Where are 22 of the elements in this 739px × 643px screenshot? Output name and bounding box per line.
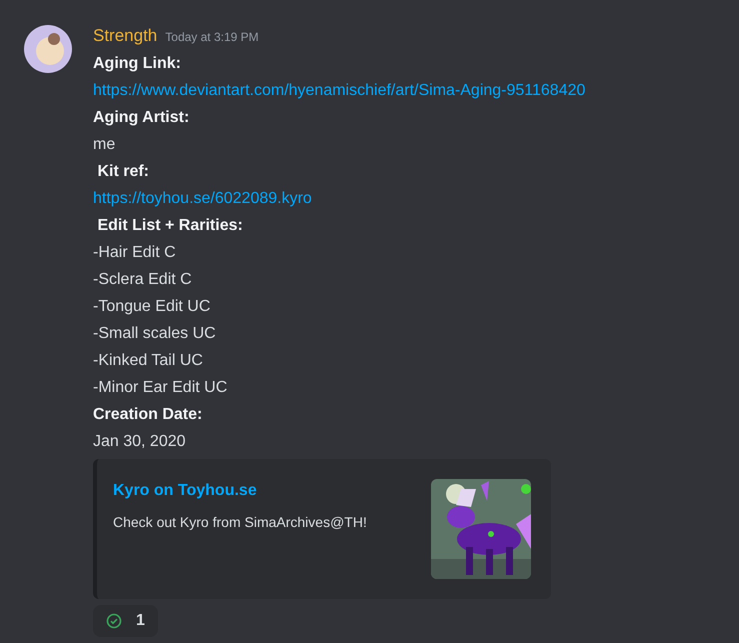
- message-text: me: [93, 135, 116, 155]
- embed-title[interactable]: Kyro on Toyhou.se: [113, 479, 367, 503]
- message-text: -Small scales UC: [93, 324, 217, 344]
- embed-description: Check out Kyro from SimaArchives@TH!: [113, 513, 367, 532]
- reaction-button[interactable]: 1: [93, 605, 158, 637]
- username[interactable]: Strength: [93, 25, 158, 47]
- message-text: -Minor Ear Edit UC: [93, 378, 228, 398]
- timestamp: Today at 3:19 PM: [165, 29, 259, 46]
- message-text: -Sclera Edit C: [93, 270, 193, 290]
- link[interactable]: https://www.deviantart.com/hyenamischief/art/Sima-Aging-951168420: [93, 82, 586, 99]
- message-text: Jan 30, 2020: [93, 432, 187, 452]
- check-circle-icon: [106, 613, 122, 629]
- field-label: Edit List + Rarities:: [96, 216, 244, 236]
- field-label: Kit ref:: [96, 162, 150, 182]
- avatar[interactable]: [24, 25, 72, 73]
- message-text: -Kinked Tail UC: [93, 351, 204, 371]
- link[interactable]: https://toyhou.se/6022089.kyro: [93, 190, 312, 207]
- message-text: -Tongue Edit UC: [93, 297, 212, 317]
- message-text: -Hair Edit C: [93, 243, 177, 263]
- field-label: Aging Link:: [93, 54, 182, 74]
- field-label: Aging Artist:: [93, 108, 190, 128]
- field-label: Creation Date:: [93, 405, 204, 425]
